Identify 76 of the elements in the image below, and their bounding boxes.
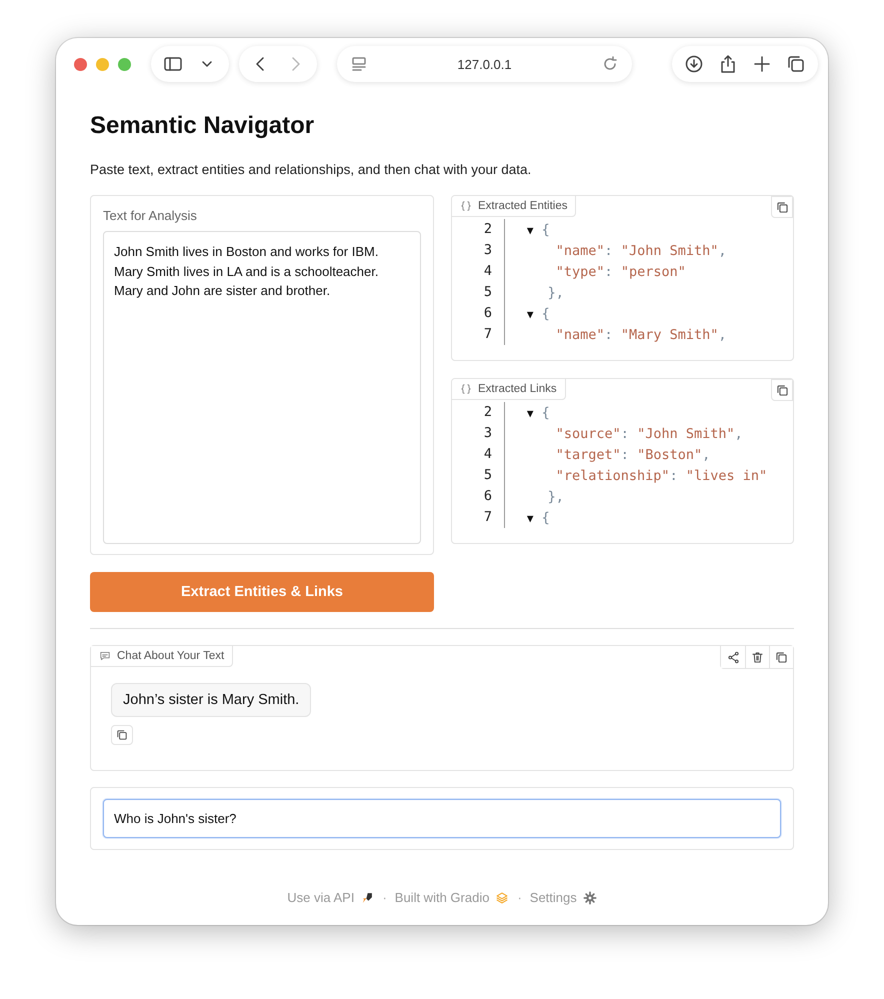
code-token: "lives in" [686,468,768,484]
copy-icon [116,729,128,741]
code-token: "person" [620,264,686,280]
copy-button[interactable] [771,379,793,401]
code-token: { [540,222,550,238]
code-token: "type" [554,264,605,280]
code-token: "source" [554,426,621,442]
rocket-icon [360,890,374,904]
collapse-toggle[interactable]: ▼ [507,512,534,524]
code-token: : [604,264,614,280]
code-token: "name" [554,326,605,342]
gear-icon [582,890,597,904]
text-area[interactable]: John Smith lives in Boston and works for IBM. Mary Smith lives in LA and is a schoolteacher. Mary and John are sister and brother. [103,231,421,544]
chat-message: John’s sister is Mary Smith. [111,683,312,717]
line-number: 5 [452,465,505,486]
code-token: , [702,446,710,462]
page-title: Semantic Navigator [90,112,316,140]
code-token: "name" [554,242,605,258]
braces-icon [460,383,472,395]
line-number: 3 [452,240,505,261]
collapse-toggle[interactable]: ▼ [507,406,534,420]
code-token: { [540,306,550,322]
message-input[interactable]: Who is John's sister? [103,799,781,838]
code-token: "John Smith" [637,426,735,442]
line-number: 2 [452,219,505,240]
line-number: 4 [452,261,505,282]
code-token: "target" [554,446,621,462]
chat-bubble-icon [99,650,111,662]
code-token: "Boston" [637,446,702,462]
code-token: : [670,468,679,484]
line-number: 4 [452,444,505,465]
copy-message-button[interactable] [111,725,133,745]
code-token: : [604,242,614,258]
code-token: }, [546,284,564,300]
panel-title: Chat About Your Text [117,650,224,662]
code-token: }, [546,488,564,504]
field-label: Text for Analysis [103,208,197,223]
line-number: 6 [452,486,505,507]
share-icon [726,650,740,664]
separator-dot: · [382,890,387,905]
line-number: 7 [452,507,505,528]
address-bar[interactable]: 127.0.0.1 [337,46,632,82]
code-token: , [718,326,726,342]
page-description: Paste text, extract entities and relationships, and then chat with your data. [90,162,532,177]
collapse-toggle[interactable]: ▼ [507,224,534,236]
line-number: 2 [452,402,505,423]
code-token: "relationship" [554,468,670,484]
code-token: { [540,510,550,526]
line-number: 5 [452,282,505,303]
code-token: , [718,242,726,258]
copy-icon [776,384,788,396]
plus-icon[interactable] [752,54,772,74]
close-window-button[interactable] [74,58,87,70]
download-icon[interactable] [684,54,704,74]
trash-icon [751,650,764,664]
line-number: 3 [452,423,505,444]
copy-icon [775,650,788,664]
tabs-icon[interactable] [786,54,806,74]
copy-icon [776,200,788,214]
code-token: { [540,404,550,420]
code-token: "John Smith" [620,242,718,258]
code-token: : [604,326,614,342]
code-token: "Mary Smith" [620,326,718,342]
separator-dot: · [517,890,522,905]
line-number: 7 [452,324,505,345]
collapse-toggle[interactable]: ▼ [507,308,534,320]
copy-button[interactable] [771,196,793,218]
layers-icon [495,890,510,904]
url-text: 127.0.0.1 [457,56,512,72]
line-number: 6 [452,303,505,324]
panel-title: Extracted Links [478,383,557,395]
code-token: : [620,446,630,462]
code-token: : [620,426,630,442]
braces-icon [460,200,472,212]
code-token: , [734,426,743,442]
panel-title: Extracted Entities [478,200,568,212]
